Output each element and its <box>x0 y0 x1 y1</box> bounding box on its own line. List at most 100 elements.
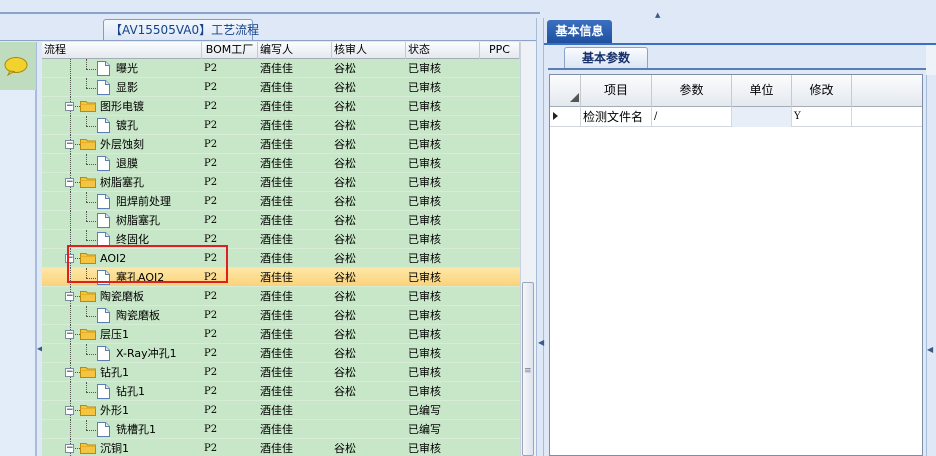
table-row[interactable]: − 钻孔1 P2 酒佳佳 谷松 已审核 <box>42 363 520 382</box>
cell-reviewer[interactable]: 谷松 <box>334 116 406 135</box>
table-row[interactable]: 曝光 P2 酒佳佳 谷松 已审核 <box>42 59 520 78</box>
cell-process-name[interactable]: − 钻孔1 <box>42 363 200 382</box>
cell-bom[interactable]: P2 <box>204 116 258 135</box>
center-splitter[interactable] <box>536 18 544 456</box>
cell-status[interactable]: 已审核 <box>408 154 480 173</box>
cell-writer[interactable]: 酒佳佳 <box>260 135 332 154</box>
cell-ppc[interactable] <box>482 401 520 420</box>
collapse-toggle-icon[interactable]: − <box>65 178 74 187</box>
cell-ppc[interactable] <box>482 211 520 230</box>
cell-process-name[interactable]: 树脂塞孔 <box>42 211 200 230</box>
cell-status[interactable]: 已审核 <box>408 268 480 287</box>
cell-reviewer[interactable]: 谷松 <box>334 97 406 116</box>
cell-status[interactable]: 已编写 <box>408 420 480 439</box>
cell-reviewer[interactable] <box>334 420 406 439</box>
cell-reviewer[interactable]: 谷松 <box>334 306 406 325</box>
cell-bom[interactable]: P2 <box>204 382 258 401</box>
column-header-status[interactable]: 状态 <box>406 42 480 59</box>
collapse-toggle-icon[interactable]: − <box>65 140 74 149</box>
cell-bom[interactable]: P2 <box>204 192 258 211</box>
cell-writer[interactable]: 酒佳佳 <box>260 97 332 116</box>
cell-process-name[interactable]: 退膜 <box>42 154 200 173</box>
cell-status[interactable]: 已审核 <box>408 230 480 249</box>
table-row[interactable]: − 陶瓷磨板 P2 酒佳佳 谷松 已审核 <box>42 287 520 306</box>
table-row[interactable]: − 外层蚀刻 P2 酒佳佳 谷松 已审核 <box>42 135 520 154</box>
cell-reviewer[interactable]: 谷松 <box>334 363 406 382</box>
cell-writer[interactable]: 酒佳佳 <box>260 230 332 249</box>
cell-process-name[interactable]: 钻孔1 <box>42 382 200 401</box>
cell-ppc[interactable] <box>482 116 520 135</box>
table-row[interactable]: − 外形1 P2 酒佳佳 已编写 <box>42 401 520 420</box>
cell-reviewer[interactable]: 谷松 <box>334 344 406 363</box>
cell-process-name[interactable]: − 层压1 <box>42 325 200 344</box>
cell-process-name[interactable]: − 树脂塞孔 <box>42 173 200 192</box>
column-header-ppc[interactable]: PPC <box>480 42 520 59</box>
cell-status[interactable]: 已审核 <box>408 135 480 154</box>
cell-status[interactable]: 已审核 <box>408 363 480 382</box>
cell-writer[interactable]: 酒佳佳 <box>260 211 332 230</box>
cell-bom[interactable]: P2 <box>204 97 258 116</box>
cell-reviewer[interactable]: 谷松 <box>334 439 406 456</box>
collapse-toggle-icon[interactable]: − <box>65 330 74 339</box>
cell-writer[interactable]: 酒佳佳 <box>260 401 332 420</box>
cell-bom[interactable]: P2 <box>204 439 258 456</box>
cell-unit[interactable] <box>732 107 792 127</box>
cell-ppc[interactable] <box>482 382 520 401</box>
cell-reviewer[interactable]: 谷松 <box>334 192 406 211</box>
cell-writer[interactable]: 酒佳佳 <box>260 439 332 456</box>
cell-ppc[interactable] <box>482 287 520 306</box>
cell-process-name[interactable]: 曝光 <box>42 59 200 78</box>
cell-status[interactable]: 已审核 <box>408 78 480 97</box>
cell-process-name[interactable]: 陶瓷磨板 <box>42 306 200 325</box>
cell-process-name[interactable]: − 外层蚀刻 <box>42 135 200 154</box>
cell-writer[interactable]: 酒佳佳 <box>260 420 332 439</box>
cell-ppc[interactable] <box>482 306 520 325</box>
cell-writer[interactable]: 酒佳佳 <box>260 116 332 135</box>
cell-bom[interactable]: P2 <box>204 344 258 363</box>
table-row[interactable]: X-Ray冲孔1 P2 酒佳佳 谷松 已审核 <box>42 344 520 363</box>
cell-process-name[interactable]: − 陶瓷磨板 <box>42 287 200 306</box>
table-row[interactable]: 阻焊前处理 P2 酒佳佳 谷松 已审核 <box>42 192 520 211</box>
cell-bom[interactable]: P2 <box>204 135 258 154</box>
cell-bom[interactable]: P2 <box>204 78 258 97</box>
column-header-item[interactable]: 项目 <box>581 75 652 107</box>
column-header-name[interactable]: 流程 <box>42 42 202 59</box>
cell-writer[interactable]: 酒佳佳 <box>260 325 332 344</box>
tab-basic-params[interactable]: 基本参数 <box>564 47 648 69</box>
cell-process-name[interactable]: − 图形电镀 <box>42 97 200 116</box>
cell-process-name[interactable]: X-Ray冲孔1 <box>42 344 200 363</box>
cell-process-name[interactable]: − 沉铜1 <box>42 439 200 456</box>
cell-ppc[interactable] <box>482 78 520 97</box>
cell-ppc[interactable] <box>482 439 520 456</box>
cell-reviewer[interactable]: 谷松 <box>334 78 406 97</box>
cell-process-name[interactable]: 显影 <box>42 78 200 97</box>
cell-bom[interactable]: P2 <box>204 306 258 325</box>
collapse-toggle-icon[interactable]: − <box>65 368 74 377</box>
table-row[interactable]: 陶瓷磨板 P2 酒佳佳 谷松 已审核 <box>42 306 520 325</box>
cell-bom[interactable]: P2 <box>204 325 258 344</box>
column-header-modify[interactable]: 修改 <box>792 75 852 107</box>
cell-ppc[interactable] <box>482 420 520 439</box>
table-row[interactable]: − 层压1 P2 酒佳佳 谷松 已审核 <box>42 325 520 344</box>
cell-status[interactable]: 已审核 <box>408 59 480 78</box>
cell-status[interactable]: 已审核 <box>408 306 480 325</box>
collapse-toggle-icon[interactable]: − <box>65 406 74 415</box>
cell-ppc[interactable] <box>482 268 520 287</box>
column-header-param[interactable]: 参数 <box>652 75 732 107</box>
cell-ppc[interactable] <box>482 173 520 192</box>
table-row[interactable]: 显影 P2 酒佳佳 谷松 已审核 <box>42 78 520 97</box>
cell-writer[interactable]: 酒佳佳 <box>260 192 332 211</box>
cell-status[interactable]: 已审核 <box>408 97 480 116</box>
process-tab[interactable]: 【AV15505VA0】工艺流程 <box>103 19 259 41</box>
cell-reviewer[interactable]: 谷松 <box>334 325 406 344</box>
cell-status[interactable]: 已审核 <box>408 249 480 268</box>
right-splitter[interactable] <box>926 45 936 456</box>
cell-status[interactable]: 已审核 <box>408 116 480 135</box>
cell-status[interactable]: 已编写 <box>408 401 480 420</box>
cell-ppc[interactable] <box>482 135 520 154</box>
cell-process-name[interactable]: − 外形1 <box>42 401 200 420</box>
cell-writer[interactable]: 酒佳佳 <box>260 78 332 97</box>
cell-writer[interactable]: 酒佳佳 <box>260 249 332 268</box>
collapse-toggle-icon[interactable]: − <box>65 292 74 301</box>
table-row[interactable]: 镀孔 P2 酒佳佳 谷松 已审核 <box>42 116 520 135</box>
